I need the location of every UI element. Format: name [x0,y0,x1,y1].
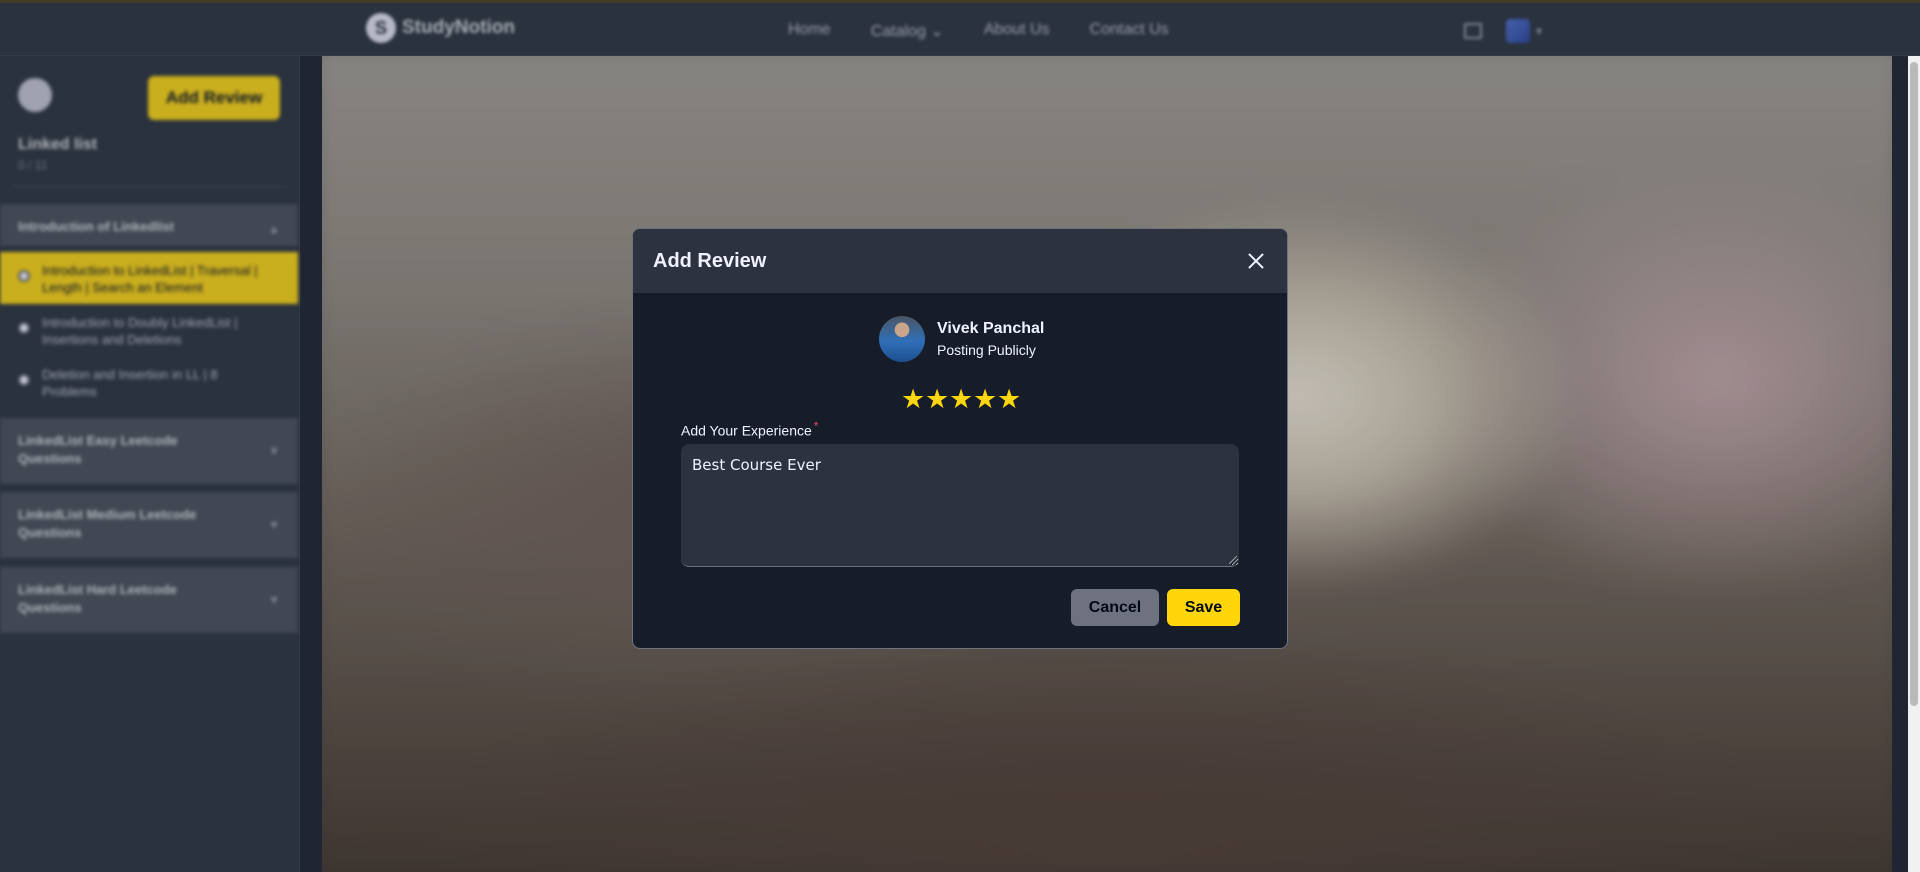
star-icon[interactable]: ★ [973,386,997,414]
required-asterisk: * [813,419,819,433]
experience-textarea[interactable]: Best Course Ever [681,444,1239,567]
star-icon[interactable]: ★ [949,386,973,414]
avatar [879,316,925,362]
modal-title: Add Review [653,249,767,272]
modal-header: Add Review [633,229,1287,293]
close-icon[interactable] [1243,248,1269,274]
modal-actions: Cancel Save [1071,589,1240,626]
experience-label: Add Your Experience * [681,419,818,439]
reviewer-name: Vivek Panchal [937,320,1045,337]
posting-visibility: Posting Publicly [937,342,1036,358]
cancel-button[interactable]: Cancel [1071,589,1159,626]
star-icon[interactable]: ★ [925,386,949,414]
star-icon[interactable]: ★ [997,386,1021,414]
star-rating: ★ ★ ★ ★ ★ [901,386,1021,414]
experience-label-text: Add Your Experience [681,422,812,439]
resize-handle-icon[interactable] [1229,556,1237,564]
add-review-modal: Add Review Vivek Panchal Posting Publicl… [632,228,1288,649]
star-icon[interactable]: ★ [901,386,925,414]
reviewer-info: Vivek Panchal Posting Publicly [879,316,1044,362]
save-button[interactable]: Save [1167,589,1240,626]
